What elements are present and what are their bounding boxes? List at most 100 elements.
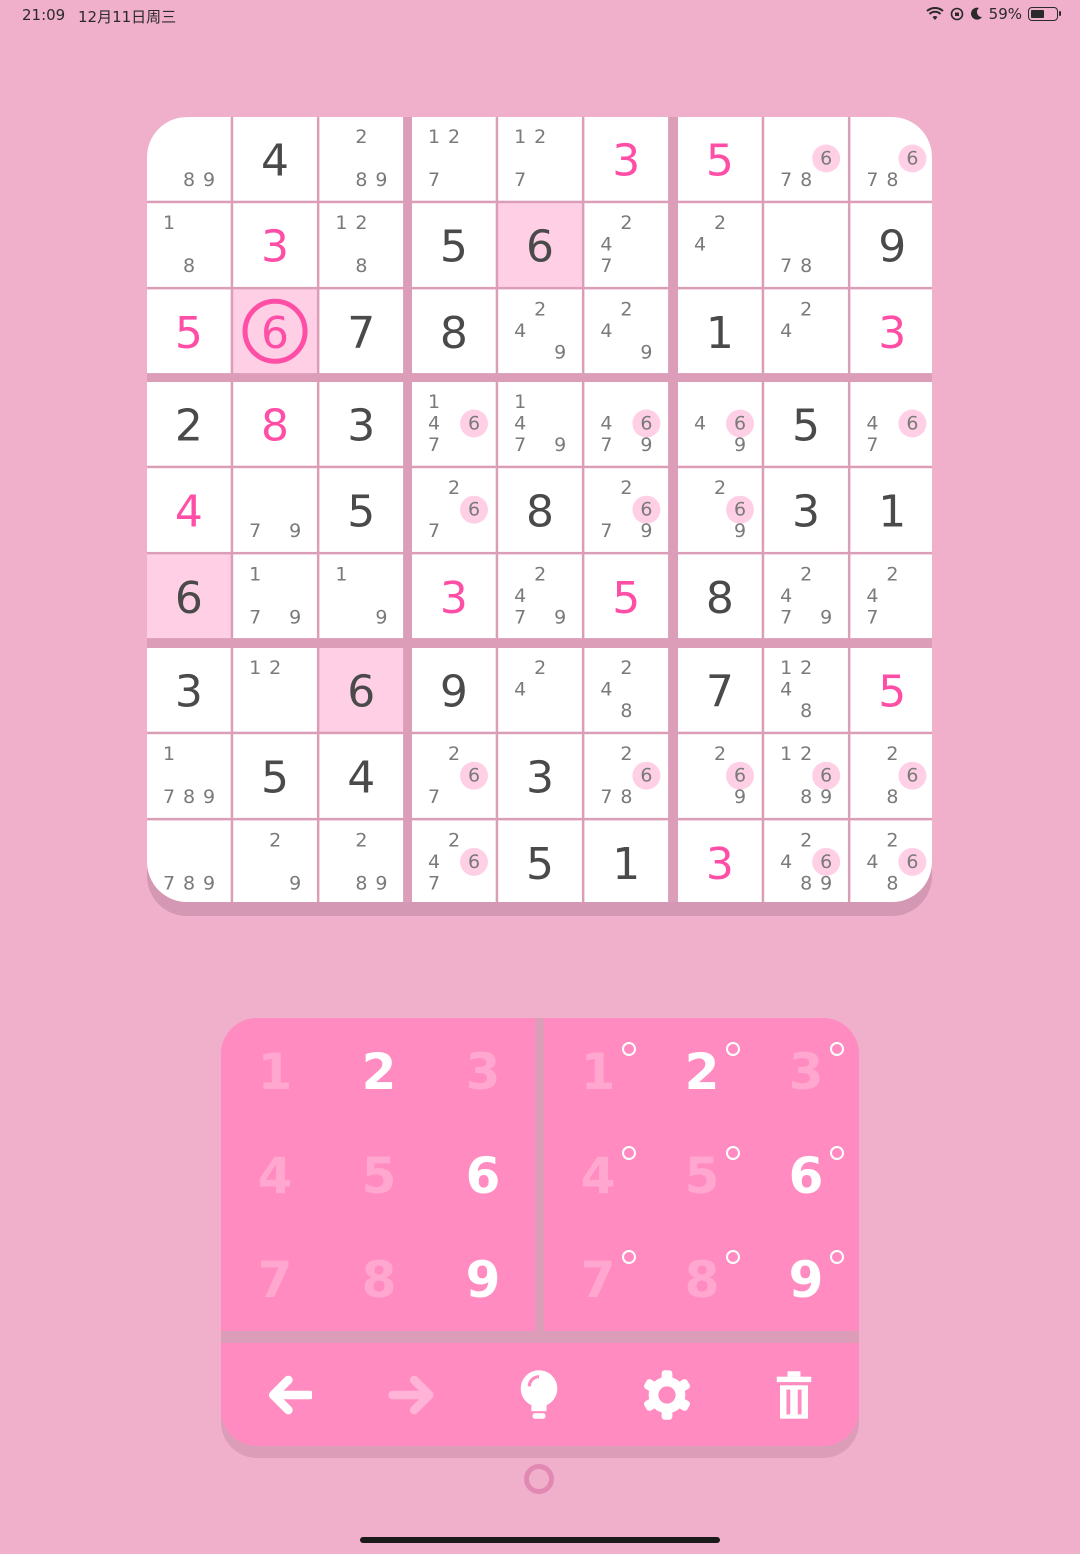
drag-handle[interactable]	[524, 1464, 554, 1494]
digit-button-2[interactable]: 2	[327, 1020, 431, 1124]
cell-r9c9[interactable]: 24 68	[850, 820, 932, 902]
note-button-9[interactable]: 9	[754, 1228, 858, 1332]
note-button-7[interactable]: 7	[546, 1228, 650, 1332]
note-button-8[interactable]: 8	[650, 1228, 754, 1332]
cell-r8c6[interactable]: 26 7 8	[584, 734, 669, 818]
note-button-6[interactable]: 6	[754, 1124, 858, 1228]
cell-r9c3[interactable]: 2 8 9	[319, 820, 404, 902]
cell-r6c2[interactable]: 1 7 9	[233, 554, 317, 639]
cell-r7c3[interactable]: 6	[319, 648, 404, 732]
cell-r9c7[interactable]: 3	[678, 820, 762, 902]
cell-r6c3[interactable]: 19	[319, 554, 404, 639]
cell-r6c4[interactable]: 3	[412, 554, 496, 639]
cell-r4c5[interactable]: 147 9	[498, 382, 582, 466]
cell-r2c2[interactable]: 3	[233, 203, 317, 287]
cell-r8c8[interactable]: 1 268 9	[764, 734, 848, 818]
cell-r2c3[interactable]: 1 2 8	[319, 203, 404, 287]
cell-r6c6[interactable]: 5	[584, 554, 669, 639]
cell-r4c7[interactable]: 4 69	[678, 382, 762, 466]
cell-r8c2[interactable]: 5	[233, 734, 317, 818]
cell-r3c9[interactable]: 3	[850, 289, 932, 374]
cell-r2c4[interactable]: 5	[412, 203, 496, 287]
cell-r1c9[interactable]: 6 7 8	[850, 117, 932, 201]
redo-button[interactable]	[362, 1353, 462, 1437]
cell-r7c4[interactable]: 9	[412, 648, 496, 732]
cell-r4c9[interactable]: 4 6 7	[850, 382, 932, 466]
note-button-2[interactable]: 2	[650, 1020, 754, 1124]
cell-r7c9[interactable]: 5	[850, 648, 932, 732]
cell-r4c8[interactable]: 5	[764, 382, 848, 466]
cell-r9c4[interactable]: 24 6 7	[412, 820, 496, 902]
cell-r6c1[interactable]: 6	[147, 554, 231, 639]
cell-r5c7[interactable]: 269	[678, 468, 762, 552]
cell-r4c4[interactable]: 14 6 7	[412, 382, 496, 466]
note-button-4[interactable]: 4	[546, 1124, 650, 1228]
cell-r5c2[interactable]: 79	[233, 468, 317, 552]
digit-button-7[interactable]: 7	[223, 1228, 327, 1332]
digit-button-3[interactable]: 3	[431, 1020, 535, 1124]
hint-button[interactable]	[489, 1353, 589, 1437]
cell-r2c6[interactable]: 247	[584, 203, 669, 287]
settings-button[interactable]	[617, 1353, 717, 1437]
delete-button[interactable]	[744, 1353, 844, 1437]
cell-r2c7[interactable]: 24	[678, 203, 762, 287]
cell-r1c3[interactable]: 2 8 9	[319, 117, 404, 201]
cell-r3c8[interactable]: 24	[764, 289, 848, 374]
cell-r6c7[interactable]: 8	[678, 554, 762, 639]
cell-r9c2[interactable]: 29	[233, 820, 317, 902]
cell-r5c4[interactable]: 26 7	[412, 468, 496, 552]
cell-r1c8[interactable]: 6 7 8	[764, 117, 848, 201]
cell-r7c8[interactable]: 1 248	[764, 648, 848, 732]
digit-button-5[interactable]: 5	[327, 1124, 431, 1228]
note-button-5[interactable]: 5	[650, 1124, 754, 1228]
note-button-1[interactable]: 1	[546, 1020, 650, 1124]
cell-r8c3[interactable]: 4	[319, 734, 404, 818]
cell-r6c8[interactable]: 247 9	[764, 554, 848, 639]
cell-r8c9[interactable]: 268	[850, 734, 932, 818]
cell-r1c6[interactable]: 3	[584, 117, 669, 201]
cell-r4c6[interactable]: 4 6 7 9	[584, 382, 669, 466]
cell-r3c4[interactable]: 8	[412, 289, 496, 374]
cell-r4c3[interactable]: 3	[319, 382, 404, 466]
cell-r6c5[interactable]: 247 9	[498, 554, 582, 639]
digit-button-6[interactable]: 6	[431, 1124, 535, 1228]
cell-r3c1[interactable]: 5	[147, 289, 231, 374]
cell-r7c5[interactable]: 24	[498, 648, 582, 732]
cell-r1c7[interactable]: 5	[678, 117, 762, 201]
cell-r7c6[interactable]: 248	[584, 648, 669, 732]
cell-r4c2[interactable]: 8	[233, 382, 317, 466]
cell-r5c5[interactable]: 8	[498, 468, 582, 552]
cell-r1c2[interactable]: 4	[233, 117, 317, 201]
cell-r5c6[interactable]: 26 7 9	[584, 468, 669, 552]
cell-r9c5[interactable]: 5	[498, 820, 582, 902]
digit-button-9[interactable]: 9	[431, 1228, 535, 1332]
note-button-3[interactable]: 3	[754, 1020, 858, 1124]
home-indicator[interactable]	[360, 1537, 720, 1543]
digit-button-8[interactable]: 8	[327, 1228, 431, 1332]
cell-r3c3[interactable]: 7	[319, 289, 404, 374]
cell-r8c1[interactable]: 17 8 9	[147, 734, 231, 818]
cell-r2c8[interactable]: 78	[764, 203, 848, 287]
cell-r7c7[interactable]: 7	[678, 648, 762, 732]
cell-r3c6[interactable]: 24 9	[584, 289, 669, 374]
digit-button-1[interactable]: 1	[223, 1020, 327, 1124]
cell-r3c5[interactable]: 24 9	[498, 289, 582, 374]
digit-button-4[interactable]: 4	[223, 1124, 327, 1228]
cell-r3c7[interactable]: 1	[678, 289, 762, 374]
cell-r2c1[interactable]: 18	[147, 203, 231, 287]
cell-r9c6[interactable]: 1	[584, 820, 669, 902]
cell-r2c5[interactable]: 6	[498, 203, 582, 287]
cell-r3c2[interactable]: 6	[233, 289, 317, 374]
cell-r1c5[interactable]: 1 27	[498, 117, 582, 201]
cell-r5c1[interactable]: 4	[147, 468, 231, 552]
cell-r6c9[interactable]: 247	[850, 554, 932, 639]
cell-r9c8[interactable]: 24 68 9	[764, 820, 848, 902]
cell-r7c1[interactable]: 3	[147, 648, 231, 732]
cell-r5c3[interactable]: 5	[319, 468, 404, 552]
cell-r2c9[interactable]: 9	[850, 203, 932, 287]
cell-r5c9[interactable]: 1	[850, 468, 932, 552]
cell-r4c1[interactable]: 2	[147, 382, 231, 466]
cell-r1c1[interactable]: 89	[147, 117, 231, 201]
cell-r9c1[interactable]: 789	[147, 820, 231, 902]
cell-r1c4[interactable]: 1 27	[412, 117, 496, 201]
